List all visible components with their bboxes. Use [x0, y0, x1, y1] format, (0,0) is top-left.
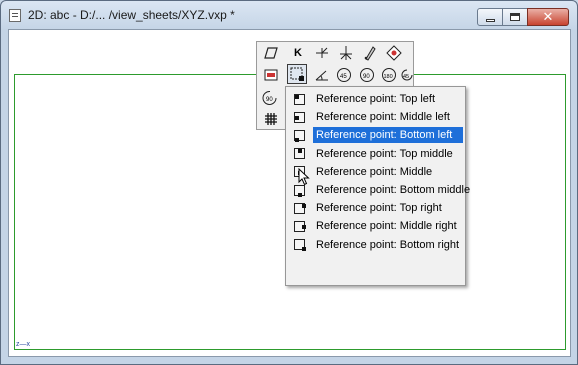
rotate-180-icon: 180 [382, 68, 396, 82]
menu-item-label: Reference point: Top left [316, 93, 436, 105]
menu-item-label: Reference point: Middle [316, 165, 433, 178]
menu-item-label: Reference point: Bottom right [316, 238, 460, 251]
menu-item-top-left[interactable]: Reference point: Top left [288, 90, 463, 108]
rotate-45-ccw-tool[interactable]: 45 [400, 65, 414, 85]
reference-middle-right-icon [291, 218, 307, 234]
window-title: 2D: abc - D:/... /view_sheets/XYZ.vxp * [28, 8, 235, 22]
rotate-180-label: 180 [384, 74, 393, 80]
menu-item-top-right[interactable]: Reference point: Top right [288, 199, 463, 217]
k-icon: K [294, 47, 302, 59]
rotate-45-ccw-icon: 45 [401, 69, 413, 81]
menu-item-bottom-middle[interactable]: Reference point: Bottom middle [288, 181, 471, 199]
parallelogram-icon [264, 47, 278, 59]
menu-item-label: Reference point: Top middle [316, 147, 453, 160]
axis-indicator: z—x [16, 341, 30, 348]
close-icon: ✕ [542, 9, 554, 25]
minimize-icon [485, 18, 495, 22]
rotate-90-label: 90 [363, 74, 370, 80]
reference-top-left-icon [291, 91, 307, 107]
menu-item-top-middle[interactable]: Reference point: Top middle [288, 145, 463, 163]
region-tool[interactable] [261, 65, 281, 85]
parallelogram-tool[interactable] [261, 43, 281, 63]
angle-icon [316, 47, 328, 58]
tag-icon [386, 45, 402, 61]
menu-item-bottom-right[interactable]: Reference point: Bottom right [288, 236, 463, 254]
cross-tool[interactable] [336, 43, 356, 63]
title-bar[interactable]: 2D: abc - D:/... /view_sheets/XYZ.vxp * … [1, 1, 577, 29]
maximize-button[interactable] [502, 8, 528, 26]
rotate-90b-label: 90 [266, 97, 273, 103]
region-icon [264, 69, 278, 81]
menu-item-middle[interactable]: Reference point: Middle [288, 163, 463, 181]
pen-icon [364, 46, 376, 61]
dimension-angle-icon [315, 70, 328, 81]
rotate-45-label: 45 [340, 74, 347, 80]
document-icon[interactable] [9, 9, 21, 22]
menu-item-label: Reference point: Bottom middle [316, 184, 471, 196]
k-tool[interactable]: K [288, 43, 308, 63]
angle-tool[interactable] [312, 43, 332, 63]
reference-middle-left-icon [291, 109, 307, 125]
menu-item-label: Reference point: Middle left [316, 111, 450, 124]
grid-tool[interactable] [261, 109, 281, 129]
rotate-180-tool[interactable]: 180 [379, 65, 399, 85]
menu-item-middle-right[interactable]: Reference point: Middle right [288, 217, 463, 235]
dimension-angle-tool[interactable] [312, 65, 332, 85]
reference-point-tool[interactable] [287, 64, 307, 84]
rotate-45-tool[interactable]: 45 [334, 65, 354, 85]
rotate-45-icon: 45 [337, 68, 351, 82]
grid-icon [265, 113, 277, 125]
rotate-90-ccw-tool[interactable]: 90 [260, 88, 280, 108]
reference-top-middle-icon [291, 146, 307, 162]
rotate-90-icon: 90 [360, 68, 374, 82]
reference-point-menu: Reference point: Top left Reference point… [285, 86, 471, 286]
rotate-90-ccw-icon: 90 [262, 90, 277, 105]
tag-tool[interactable] [384, 43, 404, 63]
pen-tool[interactable] [360, 43, 380, 63]
minimize-button[interactable] [477, 8, 503, 26]
menu-item-label: Reference point: Top right [316, 202, 442, 215]
window-controls: ✕ [477, 8, 569, 26]
mouse-cursor-icon [298, 167, 310, 189]
rotate-90-tool[interactable]: 90 [357, 65, 377, 85]
reference-point-icon [290, 67, 304, 81]
reference-top-right-icon [291, 200, 307, 216]
cross-icon [340, 46, 352, 60]
reference-bottom-right-icon [291, 237, 307, 253]
menu-item-label: Reference point: Bottom left [313, 127, 463, 144]
menu-item-bottom-left[interactable]: Reference point: Bottom left [288, 126, 463, 144]
maximize-icon [510, 13, 520, 21]
menu-item-middle-left[interactable]: Reference point: Middle left [288, 108, 463, 126]
reference-bottom-left-icon [291, 127, 307, 143]
rotate-45b-label: 45 [403, 74, 409, 80]
menu-item-label: Reference point: Middle right [316, 220, 457, 233]
close-button[interactable]: ✕ [527, 8, 569, 26]
